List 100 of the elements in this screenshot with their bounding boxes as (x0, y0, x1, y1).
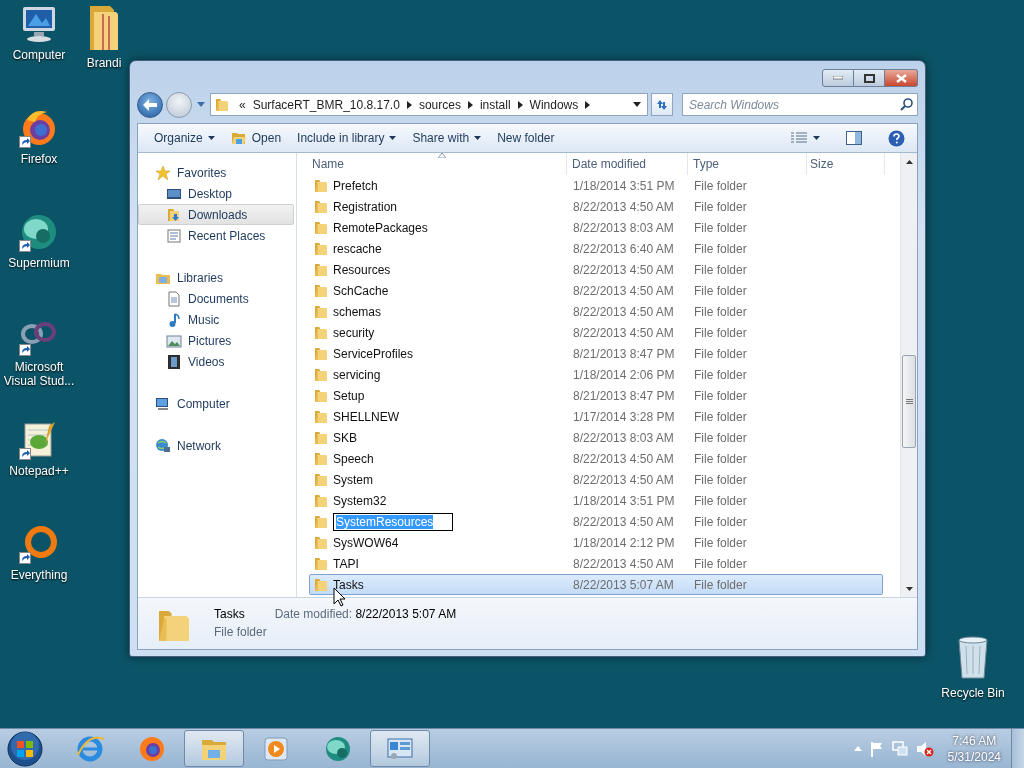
folder-icon (313, 261, 329, 278)
navigation-item[interactable]: Downloads (138, 204, 294, 225)
file-row[interactable]: Tasks 8/22/2013 5:07 AM File folder (309, 574, 883, 595)
list-view-icon (791, 132, 807, 144)
breadcrumb-arrow-icon[interactable] (517, 100, 523, 109)
date-modified: 8/22/2013 4:50 AM (572, 451, 675, 466)
file-row[interactable]: Speech 8/22/2013 4:50 AM File folder (309, 448, 883, 469)
navigation-item[interactable]: Pictures (138, 330, 294, 351)
breadcrumb-item[interactable]: install (479, 97, 511, 112)
file-type: File folder (693, 367, 748, 382)
everything-icon[interactable] (19, 524, 59, 564)
toolbar-button[interactable]: Organize (148, 126, 222, 150)
desktop-icon-label[interactable]: Firefox (20, 152, 58, 166)
history-dropdown[interactable] (195, 102, 207, 107)
file-row[interactable]: SHELLNEW 1/17/2014 3:28 PM File folder (309, 406, 883, 427)
scrollbar-thumb[interactable] (902, 355, 916, 448)
pictures-icon (166, 332, 182, 349)
file-name: Speech (333, 451, 374, 466)
scrollbar[interactable] (900, 153, 917, 597)
navigation-item[interactable]: Recent Places (138, 225, 294, 246)
breadcrumb-arrow-icon[interactable] (467, 100, 473, 109)
date-modified: 8/22/2013 8:03 AM (572, 430, 675, 445)
desktop-icon-label[interactable]: Computer (12, 48, 66, 62)
file-row[interactable]: System 8/22/2013 4:50 AM File folder (309, 469, 883, 490)
date-modified: 8/22/2013 4:50 AM (572, 199, 675, 214)
desktop-icon-label[interactable]: Microsoft Visual Stud... (0, 360, 78, 388)
column-header[interactable]: Type (688, 153, 807, 175)
close-button[interactable] (885, 69, 918, 87)
taskbar-button[interactable] (184, 730, 244, 767)
minimize-icon (833, 76, 843, 80)
column-header[interactable]: Date modified (567, 153, 688, 175)
file-type: File folder (693, 493, 748, 508)
file-row[interactable]: RemotePackages 8/22/2013 8:03 AM File folder (309, 217, 883, 238)
network-icon (155, 437, 171, 454)
overflow-chevron[interactable]: « (239, 97, 246, 112)
file-row[interactable]: servicing 1/18/2014 2:06 PM File folder (309, 364, 883, 385)
file-type: File folder (693, 346, 748, 361)
date-modified: 8/22/2013 4:50 AM (572, 556, 675, 571)
toolbar-button[interactable]: Open (223, 126, 289, 150)
file-row[interactable]: TAPI 8/22/2013 4:50 AM File folder (309, 553, 883, 574)
file-row[interactable]: Registration 8/22/2013 4:50 AM File folder (309, 196, 883, 217)
muted-speaker-icon[interactable] (915, 740, 934, 757)
desktop-icon-label[interactable]: Notepad++ (9, 464, 69, 478)
maximize-icon (863, 73, 875, 83)
toolbar-button[interactable]: Share with (405, 126, 489, 150)
file-type: File folder (693, 199, 748, 214)
file-name: Resources (333, 262, 391, 277)
back-button[interactable] (137, 91, 163, 118)
navigation-item[interactable]: Music (138, 309, 294, 330)
navigation-item[interactable]: Network (138, 435, 294, 456)
file-row[interactable]: SysWOW64 1/18/2014 2:12 PM File folder (309, 532, 883, 553)
file-row[interactable]: Setup 8/21/2013 8:47 PM File folder (309, 385, 883, 406)
taskbar-button[interactable] (370, 730, 430, 767)
file-name: schemas (333, 304, 382, 319)
file-row[interactable]: SchCache 8/22/2013 4:50 AM File folder (309, 280, 883, 301)
column-header[interactable]: Size (807, 153, 885, 175)
dropdown-caret-icon[interactable] (633, 102, 641, 107)
file-row[interactable]: rescache 8/22/2013 6:40 AM File folder (309, 238, 883, 259)
file-row[interactable]: SKB 8/22/2013 8:03 AM File folder (309, 427, 883, 448)
search-field[interactable]: Search Windows (682, 93, 918, 116)
close-icon (895, 73, 907, 83)
file-row[interactable]: SystemResources 8/22/2013 4:50 AM File folder (309, 511, 883, 532)
caret-icon (389, 136, 397, 140)
desktop-icon-label[interactable]: Supermium (8, 256, 70, 270)
file-type: File folder (693, 283, 748, 298)
navigation-item[interactable]: Favorites (138, 162, 294, 183)
file-row[interactable]: schemas 8/22/2013 4:50 AM File folder (309, 301, 883, 322)
breadcrumb-arrow-icon[interactable] (585, 100, 591, 109)
column-header[interactable]: Name (309, 153, 567, 175)
file-row[interactable]: System32 1/18/2014 3:51 PM File folder (309, 490, 883, 511)
breadcrumb-item[interactable]: SurfaceRT_BMR_10.8.17.0 (252, 97, 400, 112)
navigation-item[interactable]: Computer (138, 393, 294, 414)
file-row[interactable]: security 8/22/2013 4:50 AM File folder (309, 322, 883, 343)
toolbar-button[interactable]: New folder (490, 126, 562, 150)
file-name: SchCache (333, 283, 389, 298)
file-type: File folder (693, 430, 748, 445)
file-name: SysWOW64 (333, 535, 399, 550)
maximize-button[interactable] (854, 69, 885, 87)
file-row[interactable]: Resources 8/22/2013 4:50 AM File folder (309, 259, 883, 280)
date-modified: 1/17/2014 3:28 PM (572, 409, 676, 424)
desktop-icon-label[interactable]: Brandi (86, 56, 122, 70)
downloads-icon (166, 206, 182, 223)
address-bar[interactable]: « SurfaceRT_BMR_10.8.17.0 sources install Windows (210, 93, 648, 116)
breadcrumb-arrow-icon[interactable] (406, 100, 412, 109)
desktop-icon-label[interactable]: Everything (10, 568, 68, 582)
toolbar-button[interactable]: Include in library (290, 126, 404, 150)
folder-icon (313, 471, 329, 488)
file-row[interactable]: Prefetch 1/18/2014 3:51 PM File folder (309, 175, 883, 196)
breadcrumb-item[interactable]: Windows (529, 97, 579, 112)
supermium-icon[interactable] (19, 212, 59, 252)
file-row[interactable]: ServiceProfiles 8/21/2013 8:47 PM File folder (309, 343, 883, 364)
navigation-item[interactable]: Documents (138, 288, 294, 309)
desktop-icon-label[interactable]: Recycle Bin (941, 686, 1005, 700)
date-modified: 8/22/2013 4:50 AM (572, 262, 675, 277)
file-name: SHELLNEW (333, 409, 400, 424)
breadcrumb-item[interactable]: sources (418, 97, 461, 112)
refresh-button[interactable] (651, 93, 673, 116)
navigation-item[interactable]: Libraries (138, 267, 294, 288)
navigation-item[interactable]: Desktop (138, 183, 294, 204)
navigation-item[interactable]: Videos (138, 351, 294, 372)
